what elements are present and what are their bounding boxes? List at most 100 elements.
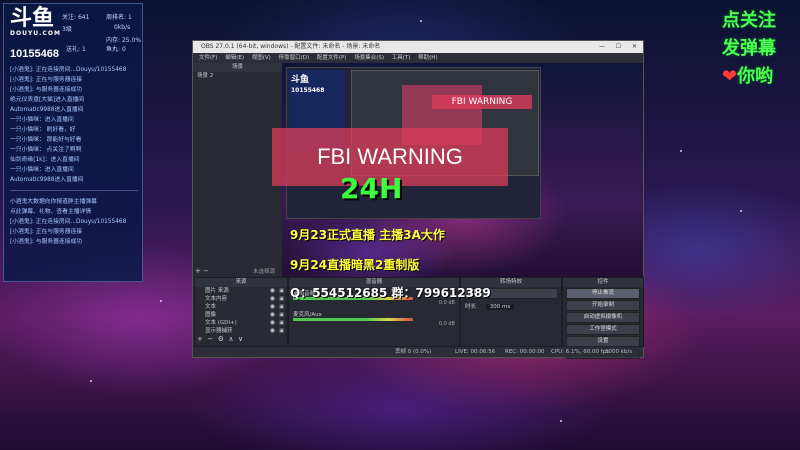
menu-file[interactable]: 文件(F) xyxy=(199,55,217,61)
stat-cpu: 内存: 25.0% xyxy=(106,37,142,44)
close-icon[interactable]: ✕ xyxy=(632,41,637,53)
eye-icon[interactable]: ◉ xyxy=(270,311,275,319)
scene-toolbar: + − xyxy=(195,267,209,275)
sources-toolbar: + − ⚙ ∧ ∨ xyxy=(197,335,243,343)
menu-view[interactable]: 视图(V) xyxy=(252,55,271,61)
status-live: LIVE: 00:06:56 xyxy=(455,349,496,355)
scene-list: 场景 场景 2 xyxy=(193,63,283,299)
controls-dock: 控件 停止推流开始录制启动虚拟摄像机工作室模式设置退出 xyxy=(562,277,644,359)
menu-profile[interactable]: 配置文件(P) xyxy=(317,55,347,61)
star xyxy=(420,20,422,22)
duration-row: 时长 300 ms xyxy=(461,300,561,312)
chat-message: 一只小猫咪：进入直播间 xyxy=(10,167,74,173)
star xyxy=(680,150,682,152)
controls-header: 控件 xyxy=(563,278,643,287)
chat-message: 仙剑奇缘[1k]：进入直播间 xyxy=(10,157,80,163)
stat-followers: 关注: 641 xyxy=(62,14,90,21)
douyu-chat-panel: 斗鱼 DOUYU.COM 关注: 641 周排名: 1 3级 0kb/s 内存:… xyxy=(3,3,143,282)
status-cpu: CPU: 6.1%, 60.00 fps xyxy=(551,349,610,355)
chat-message: [小酒鬼]: 与服务器连接成功 xyxy=(10,87,83,93)
sources-header: 来源 xyxy=(195,278,287,287)
control-button[interactable]: 工作室模式 xyxy=(566,324,640,335)
control-button[interactable]: 开始录制 xyxy=(566,300,640,311)
promo-line-3: Q：554512685 群：799612389 xyxy=(290,286,491,300)
star xyxy=(560,420,562,422)
room-id: 10155468 xyxy=(10,48,59,60)
chat-message: 一只小猫咪：进入直播间 xyxy=(10,117,74,123)
source-item[interactable]: 图像 ◉ ▣ xyxy=(195,311,287,319)
chat-divider xyxy=(10,190,138,191)
source-item[interactable]: 图片 来源 ◉ ▣ xyxy=(195,287,287,295)
logo-subtext: DOUYU.COM xyxy=(10,30,61,37)
eye-icon[interactable]: ◉ xyxy=(270,327,275,335)
chat-message: 一只小猫咪： 那能好与好看 xyxy=(10,137,82,143)
eye-icon[interactable]: ◉ xyxy=(270,295,275,303)
chat-message: 一只小猫咪： 点关注了啊啊 xyxy=(10,147,82,153)
add-source-icon[interactable]: + xyxy=(197,335,203,343)
duration-label: 时长 xyxy=(465,304,477,310)
overlay-danmu-text: 发弹幕 xyxy=(722,38,776,59)
remove-source-icon[interactable]: − xyxy=(207,335,213,343)
obs-window: OBS 27.0.1 (64-bit, windows) - 配置文件: 未命名… xyxy=(192,40,644,359)
eye-icon[interactable]: ◉ xyxy=(270,287,275,295)
chat-message: [小酒鬼]: 正在与服务器连接 xyxy=(10,77,83,83)
logo-text: 斗鱼 xyxy=(10,6,55,31)
promo-line-2: 9月24直播暗黑2重制版 xyxy=(290,258,420,272)
star xyxy=(740,210,742,212)
menu-edit[interactable]: 编辑(E) xyxy=(225,55,244,61)
nested-logo: 斗鱼 xyxy=(291,75,310,85)
menu-docks[interactable]: 停靠窗口(D) xyxy=(279,55,310,61)
remove-scene-icon[interactable]: − xyxy=(203,267,209,275)
add-scene-icon[interactable]: + xyxy=(195,267,201,275)
source-label: 文本 (GDI+) xyxy=(205,320,237,326)
control-button[interactable]: 启动虚拟摄像机 xyxy=(566,312,640,323)
lock-icon[interactable]: ▣ xyxy=(279,319,284,327)
status-bar: 丢帧 0 (0.0%) LIVE: 00:06:56 REC: 00:00:00… xyxy=(193,347,643,357)
source-label: 文本 xyxy=(205,304,217,310)
source-label: 图像 xyxy=(205,312,217,318)
source-item[interactable]: 文本 (GDI+) ◉ ▣ xyxy=(195,319,287,327)
lock-icon[interactable]: ▣ xyxy=(279,327,284,335)
status-rec: REC: 00:00:00 xyxy=(505,349,545,355)
stat-bitrate: 0kb/s xyxy=(114,24,131,31)
chat-message: 绝元仪表盘[大猫]进入直播间 xyxy=(10,97,85,103)
menu-tools[interactable]: 工具(T) xyxy=(392,55,411,61)
channel-name: 麦克风/Aux xyxy=(293,312,322,318)
status-dropped: 丢帧 0 (0.0%) xyxy=(395,349,432,355)
overlay-you-text: 你哟 xyxy=(737,66,774,87)
menu-scene-collection[interactable]: 场景集合(S) xyxy=(354,55,384,61)
menu-help[interactable]: 帮助(H) xyxy=(418,55,437,61)
move-down-icon[interactable]: ∨ xyxy=(238,335,243,343)
chat-message: [小酒鬼]: 正在连接房间...Douyu/10155468 xyxy=(10,67,127,73)
eye-icon[interactable]: ◉ xyxy=(270,319,275,327)
chat-message: Automatic9988进入直播间 xyxy=(10,177,84,183)
source-settings-icon[interactable]: ⚙ xyxy=(218,335,224,343)
channel-db: 0.0 dB xyxy=(438,321,455,327)
overlay-you-line: ❤你哟 xyxy=(722,62,773,88)
obs-title: OBS 27.0.1 (64-bit, windows) - 配置文件: 未命名… xyxy=(201,43,381,50)
move-up-icon[interactable]: ∧ xyxy=(228,335,233,343)
eye-icon[interactable]: ◉ xyxy=(270,303,275,311)
scene-item[interactable]: 场景 2 xyxy=(193,72,282,80)
lock-icon[interactable]: ▣ xyxy=(279,303,284,311)
maximize-icon[interactable]: ☐ xyxy=(616,41,621,53)
duration-input[interactable]: 300 ms xyxy=(485,304,515,310)
lock-icon[interactable]: ▣ xyxy=(279,287,284,295)
chat-message: 小酒鬼大数据向你报道胖主播弹幕 xyxy=(10,199,97,205)
chat-message: 一只小猫咪： 刷好看，好 xyxy=(10,127,76,133)
control-button[interactable]: 停止推流 xyxy=(566,288,640,299)
star xyxy=(160,300,162,302)
star xyxy=(90,380,92,382)
nested-fbi: FBI WARNING xyxy=(432,95,532,109)
overlay-follow-text: 点关注 xyxy=(722,10,776,31)
source-item[interactable]: 显示器捕获 ◉ ▣ xyxy=(195,327,287,335)
minimize-icon[interactable]: — xyxy=(599,41,605,53)
source-item[interactable]: 文本内容 ◉ ▣ xyxy=(195,295,287,303)
control-button[interactable]: 设置 xyxy=(566,336,640,347)
source-label: 图片 来源 xyxy=(205,288,229,294)
stat-rank: 周排名: 1 xyxy=(106,14,132,21)
source-label: 文本内容 xyxy=(205,296,228,302)
source-item[interactable]: 文本 ◉ ▣ xyxy=(195,303,287,311)
lock-icon[interactable]: ▣ xyxy=(279,311,284,319)
lock-icon[interactable]: ▣ xyxy=(279,295,284,303)
